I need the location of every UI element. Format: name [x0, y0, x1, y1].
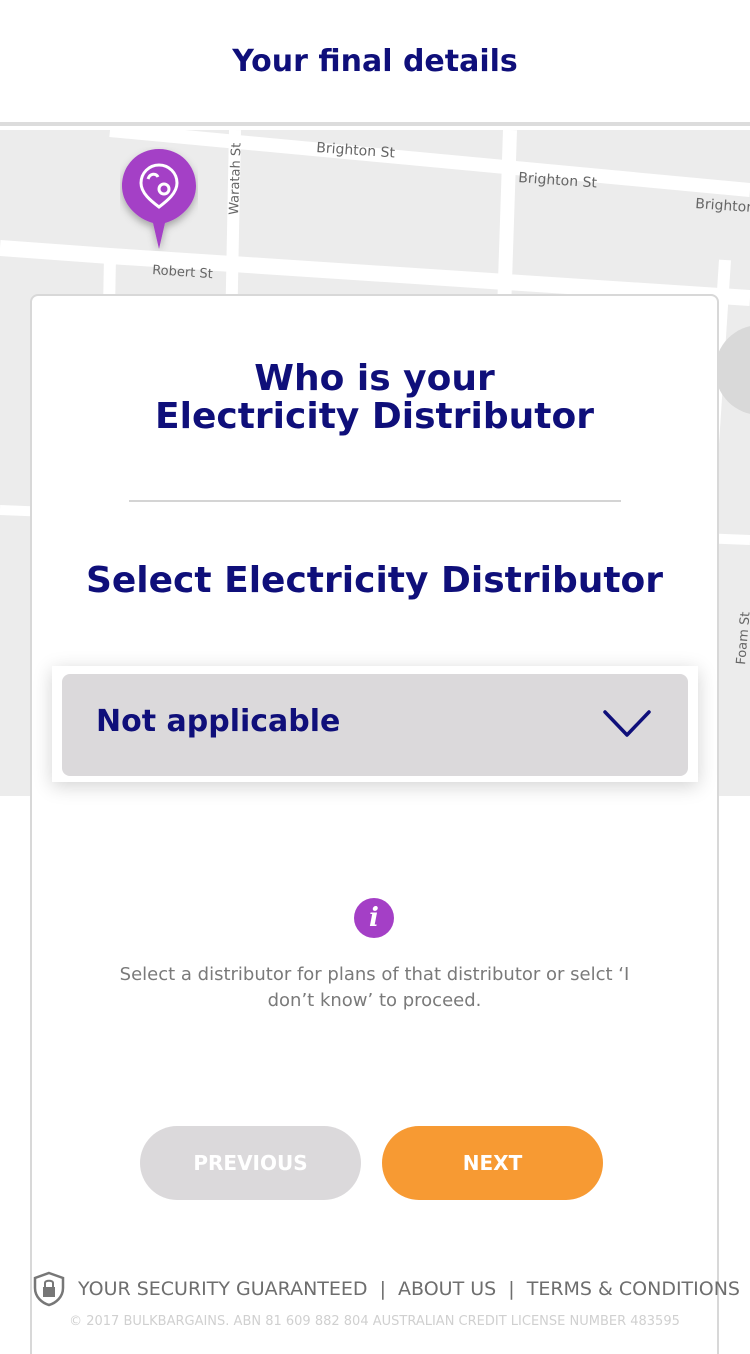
divider: [129, 500, 621, 502]
footer-separator: |: [379, 1278, 386, 1300]
page-header: Your final details: [0, 0, 750, 126]
footer-separator: |: [508, 1278, 515, 1300]
select-heading: Select Electricity Distributor: [85, 560, 664, 601]
chevron-down-icon: [603, 710, 651, 737]
page-title: Your final details: [232, 44, 518, 79]
info-icon: i: [354, 898, 394, 938]
question-title: Who is your Electricity Distributor: [32, 360, 717, 436]
select-value: Not applicable: [96, 704, 341, 739]
question-line-2: Electricity Distributor: [155, 396, 594, 437]
street-label: Waratah St: [227, 143, 245, 216]
distributor-select[interactable]: Not applicable: [62, 674, 688, 776]
previous-button[interactable]: PREVIOUS: [140, 1126, 361, 1200]
location-pin-icon: [120, 147, 198, 251]
footer-links: YOUR SECURITY GUARANTEED | ABOUT US | TE…: [32, 1271, 740, 1311]
terms-link[interactable]: TERMS & CONDITIONS: [527, 1278, 740, 1300]
info-text: Select a distributor for plans of that d…: [119, 964, 630, 1011]
next-button[interactable]: NEXT: [382, 1126, 603, 1200]
question-line-1: Who is your: [254, 358, 495, 399]
security-guaranteed-text: YOUR SECURITY GUARANTEED: [78, 1278, 368, 1300]
shield-lock-icon: [33, 1271, 65, 1307]
about-us-link[interactable]: ABOUT US: [398, 1278, 496, 1300]
distributor-card: Who is your Electricity Distributor Sele…: [30, 294, 740, 1354]
copyright-text: © 2017 BULKBARGAINS. ABN 81 609 882 804 …: [69, 1314, 680, 1329]
distributor-select-container: Not applicable: [52, 666, 698, 782]
